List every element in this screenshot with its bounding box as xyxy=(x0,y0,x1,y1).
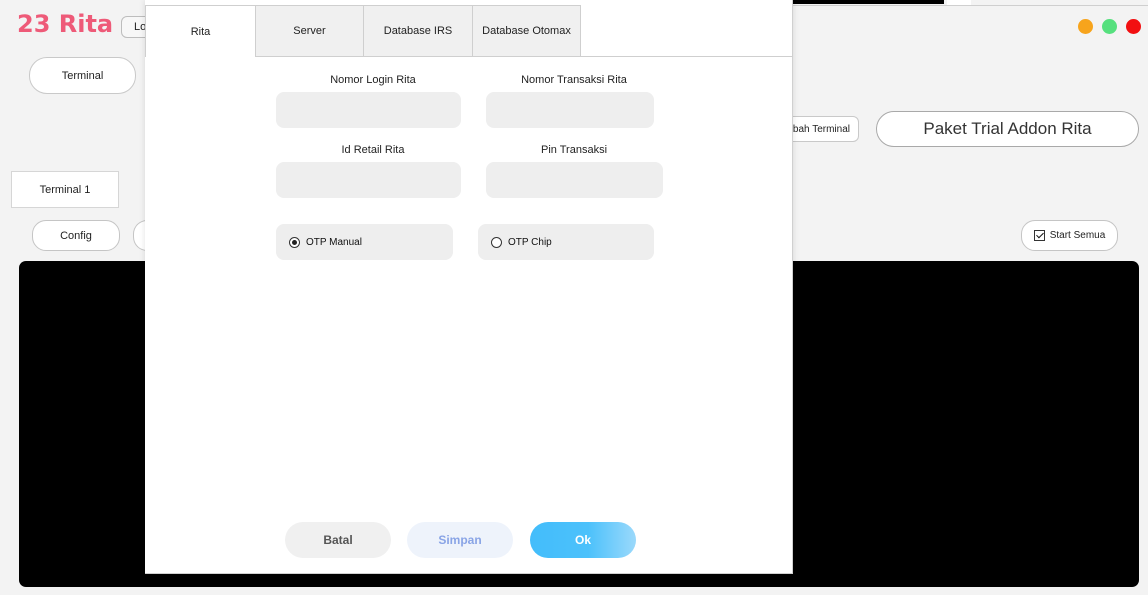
tab-divider xyxy=(255,56,793,57)
terminal-nav-button[interactable]: Terminal xyxy=(29,57,136,94)
ok-button[interactable]: Ok xyxy=(530,522,636,558)
otp-manual-radio[interactable]: OTP Manual xyxy=(276,224,453,260)
tab-database-otomax[interactable]: Database Otomax xyxy=(472,5,581,56)
top-black-bar xyxy=(790,0,944,4)
settings-dialog: Rita Server Database IRS Database Otomax… xyxy=(145,0,793,574)
tab-database-irs[interactable]: Database IRS xyxy=(363,5,473,56)
nomor-login-input[interactable] xyxy=(276,92,461,128)
radio-checked-icon xyxy=(289,236,300,248)
otp-manual-label: OTP Manual xyxy=(306,236,362,248)
nomor-login-label: Nomor Login Rita xyxy=(330,74,416,86)
nomor-transaksi-input[interactable] xyxy=(486,92,654,128)
otp-chip-label: OTP Chip xyxy=(508,236,552,248)
id-retail-label: Id Retail Rita xyxy=(341,144,405,156)
close-button[interactable] xyxy=(1126,19,1141,34)
top-divider xyxy=(790,5,1148,6)
pin-transaksi-label: Pin Transaksi xyxy=(540,144,608,156)
radio-unchecked-icon xyxy=(491,236,502,248)
config-button[interactable]: Config xyxy=(32,220,120,251)
tab-rita[interactable]: Rita xyxy=(145,5,256,57)
pin-transaksi-input[interactable] xyxy=(486,162,663,198)
batal-button[interactable]: Batal xyxy=(285,522,391,558)
maximize-button[interactable] xyxy=(1102,19,1117,34)
paket-trial-addon-button[interactable]: Paket Trial Addon Rita xyxy=(876,111,1139,147)
start-semua-button[interactable]: Start Semua xyxy=(1021,220,1118,251)
nomor-transaksi-label: Nomor Transaksi Rita xyxy=(521,74,627,86)
tab-server[interactable]: Server xyxy=(255,5,364,56)
terminal-tab-1[interactable]: Terminal 1 xyxy=(11,171,119,208)
id-retail-input[interactable] xyxy=(276,162,461,198)
otp-chip-radio[interactable]: OTP Chip xyxy=(478,224,654,260)
checkbox-checked-icon xyxy=(1033,230,1045,241)
app-title: 23 Rita xyxy=(17,10,114,38)
simpan-button[interactable]: Simpan xyxy=(407,522,513,558)
start-semua-label: Start Semua xyxy=(1049,230,1106,241)
minimize-button[interactable] xyxy=(1078,19,1093,34)
